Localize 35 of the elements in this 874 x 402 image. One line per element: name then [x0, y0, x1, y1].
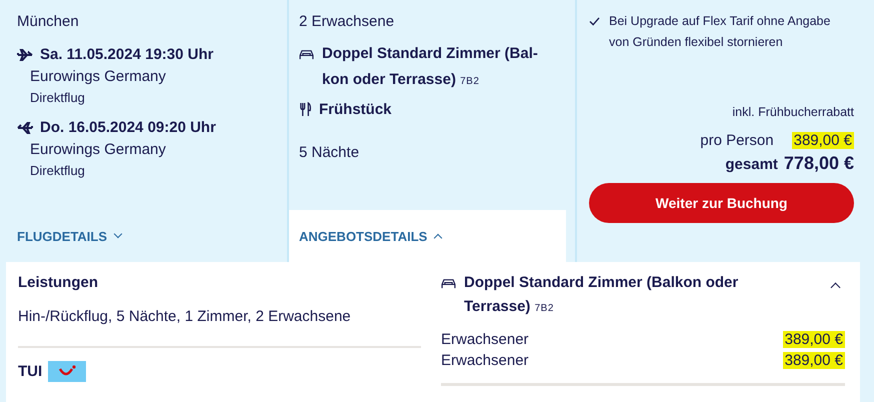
services-text: Hin-/Rückflug, 5 Nächte, 1 Zimmer, 2 Erwachsene — [18, 308, 352, 325]
plane-departure-icon — [17, 46, 33, 62]
per-person-price: 389,00 € — [792, 132, 854, 149]
continue-booking-button[interactable]: Weiter zur Buchung — [589, 183, 854, 223]
services-title: Leistungen — [18, 274, 100, 291]
price-line-amount: 389,00 € — [782, 331, 845, 348]
price-line-amount: 389,00 € — [782, 352, 845, 369]
benefit-text: Bei Upgrade auf Flex Tarif ohne Angabe von Gründen flexibel stornieren — [609, 13, 832, 51]
offer-details-link[interactable]: ANGEBOTSDETAILS — [299, 228, 442, 244]
discount-note: inkl. Frühbucherrabatt — [732, 105, 854, 119]
travellers-text: 2 Erwachsene — [299, 13, 396, 30]
airline-name: Eurowings Germany — [30, 141, 167, 158]
flight-date: Sa. 11.05.2024 19:30 Uhr — [40, 46, 214, 63]
plane-arrival-icon — [17, 120, 33, 136]
total-price: 778,00 € — [784, 153, 854, 174]
per-person-label: pro Person — [700, 132, 774, 149]
price-line-label: Erwachsener — [441, 352, 529, 369]
operator-name: TUI — [18, 363, 42, 380]
flight-date: Do. 16.05.2024 09:20 Uhr — [40, 119, 216, 136]
room-name: Doppel Standard Zimmer (Bal-kon oder Terrasse) 7B2 — [322, 44, 539, 90]
departure-city: München — [17, 13, 80, 30]
room-name: Doppel Standard Zimmer (Balkon oder Terrasse) 7B2 — [464, 273, 740, 317]
airline-name: Eurowings Germany — [30, 68, 167, 85]
board-type: Frühstück — [319, 101, 392, 118]
flight-details-link[interactable]: FLUGDETAILS — [17, 228, 122, 244]
flight-type: Direktflug — [30, 163, 86, 178]
total-label: gesamt — [725, 156, 778, 173]
bed-icon — [299, 49, 314, 60]
cutlery-icon — [299, 102, 312, 117]
bed-icon — [441, 278, 456, 289]
price-line-label: Erwachsener — [441, 331, 529, 348]
nights-text: 5 Nächte — [299, 144, 360, 161]
checkmark-icon — [589, 17, 600, 26]
smile-logo-icon — [48, 361, 86, 382]
flight-type: Direktflug — [30, 90, 86, 105]
